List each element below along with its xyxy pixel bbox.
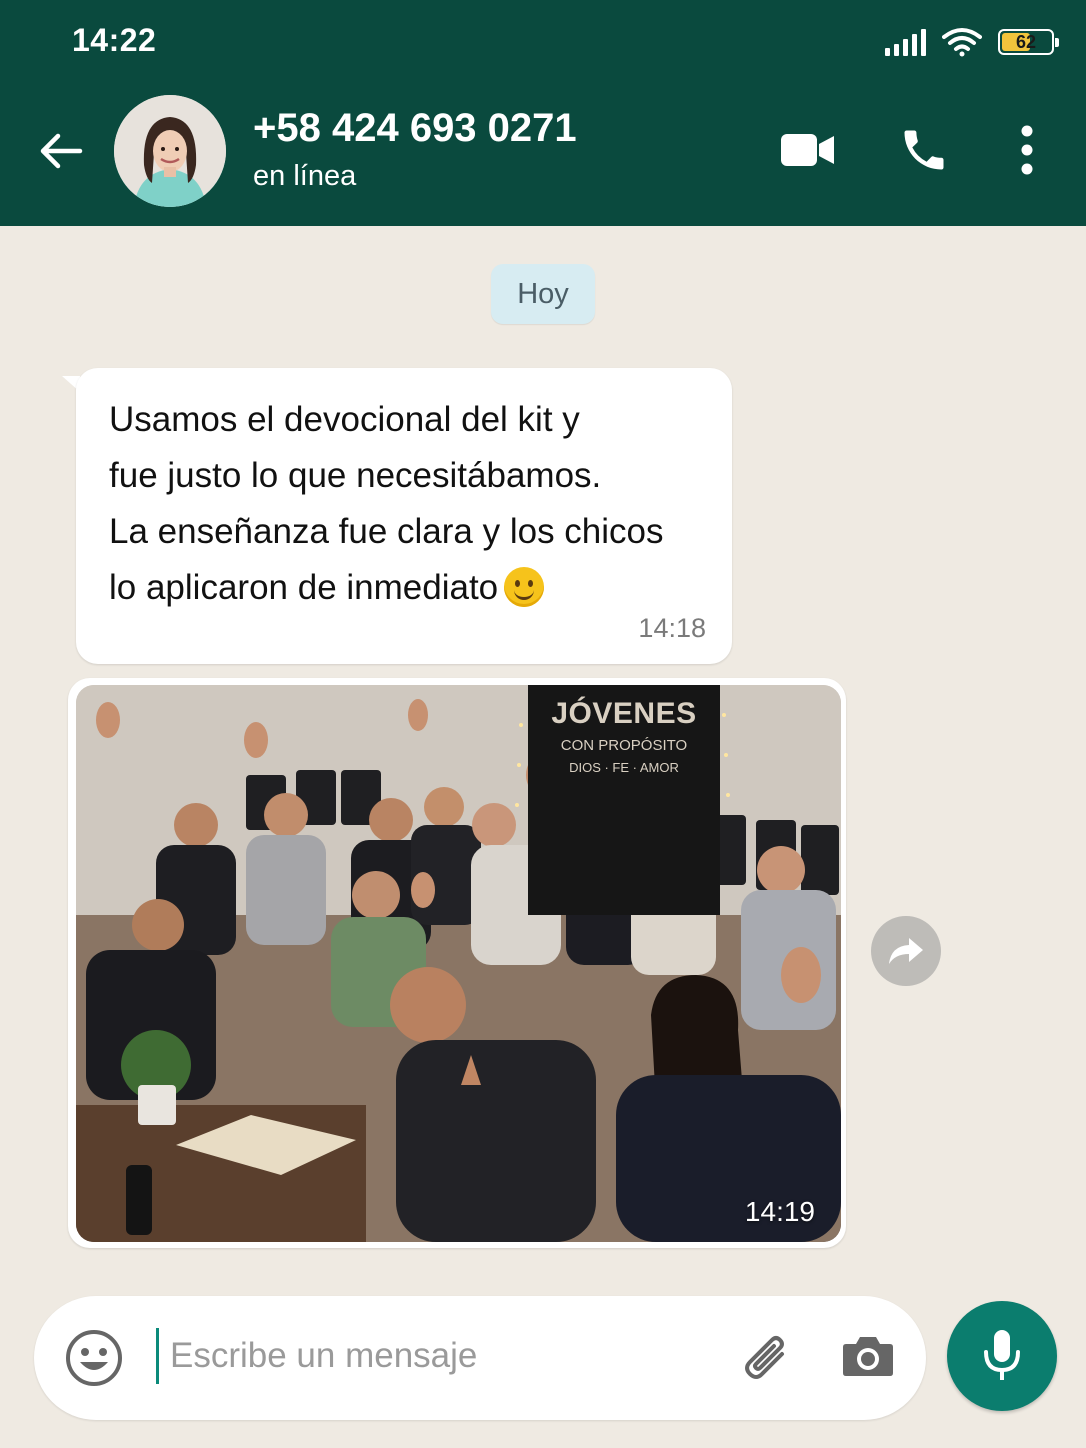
message-line: La enseñanza fue clara y los chicos	[109, 512, 664, 551]
image-message-time: 14:19	[744, 1196, 815, 1227]
photo-scene	[76, 685, 841, 1242]
message-input-bar[interactable]: Escribe un mensaje	[34, 1296, 926, 1420]
photo-banner: JÓVENES CON PROPÓSITO DIOS · FE · AMOR	[528, 685, 720, 915]
banner-title: JÓVENES	[551, 697, 697, 730]
voice-call-icon[interactable]	[898, 124, 950, 176]
forward-icon	[889, 938, 923, 964]
camera-icon[interactable]	[840, 1328, 896, 1384]
smiling-face-emoji-icon	[504, 566, 545, 607]
contact-name[interactable]: +58 424 693 0271	[253, 106, 577, 151]
banner-tagline: DIOS · FE · AMOR	[569, 760, 679, 775]
incoming-image-message[interactable]: JÓVENES CON PROPÓSITO DIOS · FE · AMOR 1…	[68, 678, 846, 1248]
group-photo[interactable]: JÓVENES CON PROPÓSITO DIOS · FE · AMOR 1…	[76, 685, 841, 1242]
more-options-icon[interactable]	[1014, 124, 1040, 176]
contact-status: en línea	[253, 160, 357, 192]
wifi-icon	[942, 28, 982, 57]
emoji-icon[interactable]	[64, 1328, 124, 1388]
video-call-icon[interactable]	[780, 132, 836, 168]
message-line: lo aplicaron de inmediato	[109, 568, 499, 607]
voice-message-button[interactable]	[947, 1301, 1057, 1411]
attach-icon[interactable]	[734, 1328, 796, 1388]
chat-header: 14:22 62 +58 424 693 0271 en línea	[0, 0, 1086, 226]
avatar-photo	[114, 95, 226, 207]
status-icons: 62	[885, 22, 1059, 62]
message-line: fue justo lo que necesitábamos.	[109, 456, 602, 495]
forward-button[interactable]	[871, 916, 941, 986]
contact-avatar[interactable]	[114, 95, 226, 207]
incoming-text-message[interactable]: Usamos el devocional del kit y fue justo…	[76, 368, 732, 664]
signal-icon	[885, 28, 926, 56]
date-chip: Hoy	[491, 264, 595, 324]
message-line: Usamos el devocional del kit y	[109, 400, 580, 439]
message-time: 14:18	[638, 613, 706, 643]
message-input[interactable]: Escribe un mensaje	[170, 1336, 477, 1376]
microphone-icon	[984, 1330, 1020, 1380]
text-cursor	[156, 1328, 159, 1384]
battery-level: 62	[1015, 31, 1037, 52]
battery-icon: 62	[998, 29, 1059, 55]
message-text: Usamos el devocional del kit y fue justo…	[109, 392, 700, 616]
status-time: 14:22	[72, 22, 157, 58]
chat-area[interactable]: Hoy Usamos el devocional del kit y fue j…	[0, 226, 1086, 1448]
back-arrow-icon[interactable]	[36, 126, 86, 176]
banner-subtitle: CON PROPÓSITO	[560, 737, 688, 754]
